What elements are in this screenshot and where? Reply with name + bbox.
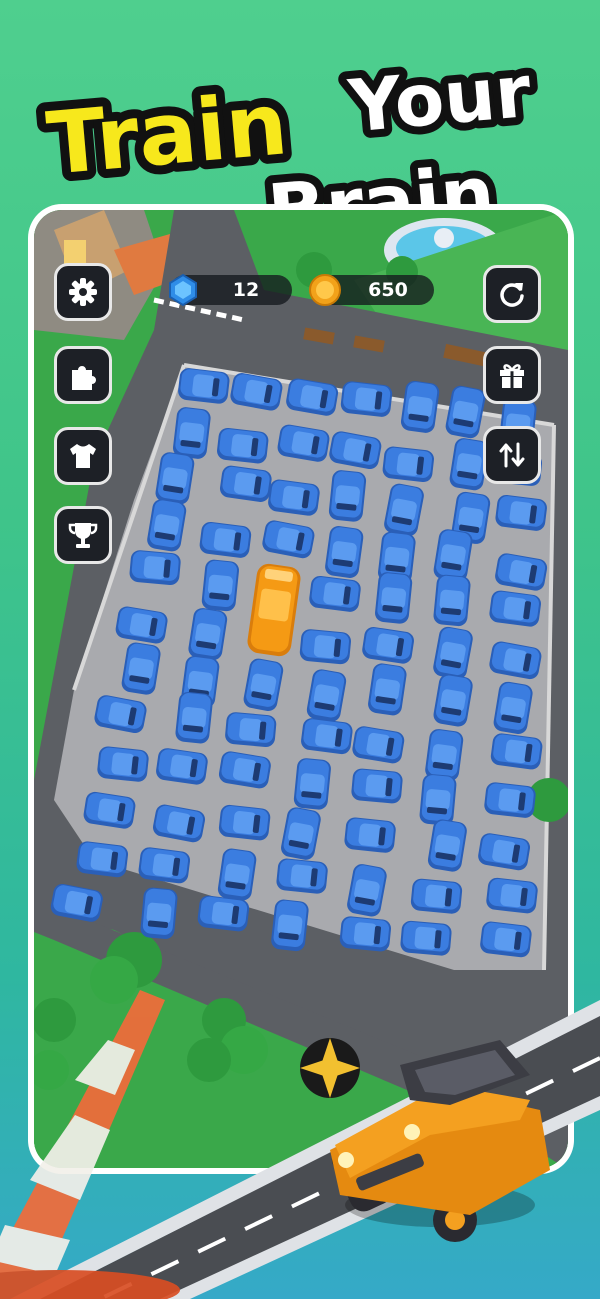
blue-car[interactable] (172, 406, 212, 460)
blue-car[interactable] (490, 732, 544, 770)
swap-button[interactable] (483, 426, 541, 484)
blue-car[interactable] (351, 768, 404, 804)
shirt-icon (70, 444, 96, 468)
blue-car[interactable] (129, 549, 182, 585)
blue-car[interactable] (293, 757, 332, 810)
blue-car[interactable] (299, 628, 352, 665)
coins-count: 650 (368, 279, 408, 301)
blue-car[interactable] (374, 571, 413, 624)
coins-counter: 650 (309, 274, 434, 306)
blue-car[interactable] (140, 887, 178, 940)
blue-car[interactable] (76, 840, 130, 878)
blue-car[interactable] (479, 921, 532, 959)
blue-car[interactable] (382, 446, 435, 483)
blue-car[interactable] (137, 846, 191, 884)
blue-car[interactable] (197, 895, 250, 933)
blue-car[interactable] (308, 575, 362, 613)
headline-train: Train (43, 74, 291, 195)
blue-car[interactable] (216, 427, 269, 464)
blue-car[interactable] (224, 711, 277, 747)
blue-car[interactable] (270, 899, 309, 952)
blue-car[interactable] (199, 521, 253, 559)
puzzle-icon (72, 366, 96, 390)
headline-your: Your (345, 49, 535, 149)
blue-car[interactable] (201, 559, 240, 612)
gems-count: 12 (232, 279, 260, 301)
blue-car[interactable] (485, 877, 538, 914)
settings-button[interactable] (54, 263, 112, 321)
blue-car[interactable] (344, 817, 397, 854)
blue-car[interactable] (410, 878, 463, 915)
coin-icon (309, 274, 341, 306)
blue-car[interactable] (175, 691, 214, 744)
puzzle-button[interactable] (54, 346, 112, 404)
blue-car[interactable] (276, 858, 329, 895)
blue-car[interactable] (96, 746, 149, 783)
blue-car[interactable] (433, 574, 472, 627)
gear-icon (69, 278, 97, 306)
blue-car[interactable] (177, 367, 230, 404)
blue-car[interactable] (488, 589, 542, 627)
blue-car[interactable] (267, 478, 321, 516)
blue-car[interactable] (424, 728, 464, 782)
blue-car[interactable] (300, 717, 354, 755)
blue-car[interactable] (400, 380, 441, 434)
blue-car[interactable] (483, 781, 536, 818)
blue-car[interactable] (494, 494, 548, 532)
gems-counter: 12 (169, 273, 292, 307)
skins-button[interactable] (54, 427, 112, 485)
gift-icon (500, 364, 524, 388)
blue-car[interactable] (328, 469, 367, 522)
blue-car[interactable] (340, 380, 393, 417)
blue-car[interactable] (419, 773, 457, 826)
trophy-icon (68, 523, 98, 548)
restart-icon (500, 283, 524, 307)
blue-car[interactable] (339, 916, 392, 953)
gift-button[interactable] (483, 346, 541, 404)
blue-car[interactable] (324, 525, 364, 579)
leaderboard-button[interactable] (54, 506, 112, 564)
restart-button[interactable] (483, 265, 541, 323)
swap-icon (499, 442, 525, 468)
blue-car[interactable] (400, 920, 453, 956)
blue-car[interactable] (218, 804, 271, 841)
blue-car[interactable] (217, 847, 258, 901)
gem-icon (169, 273, 197, 307)
blue-car[interactable] (367, 662, 408, 716)
